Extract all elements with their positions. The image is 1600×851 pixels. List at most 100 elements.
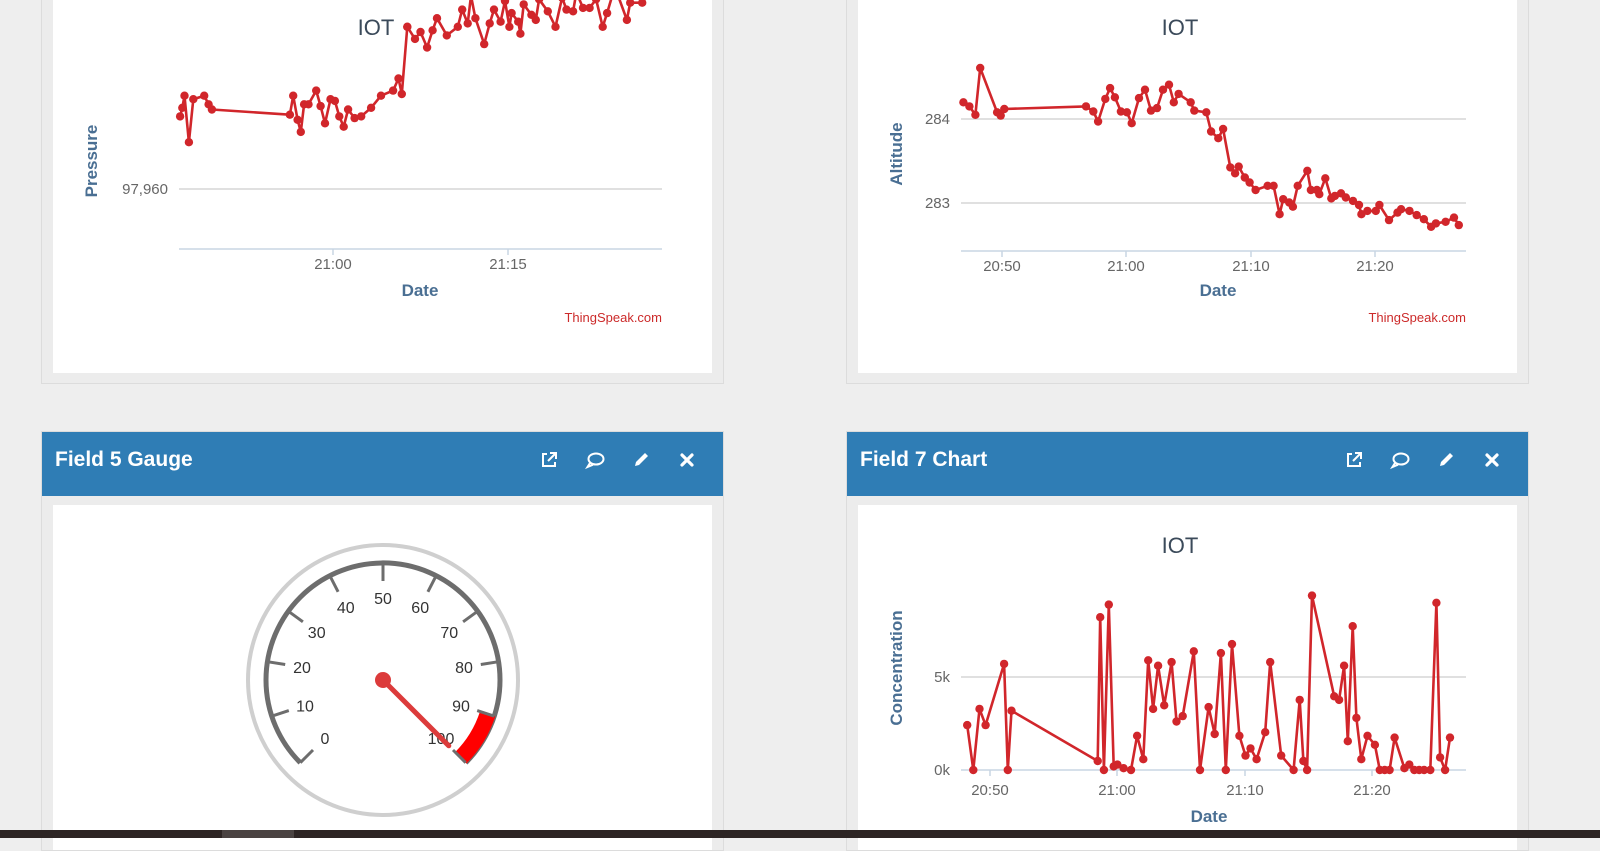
data-point[interactable]: [463, 19, 472, 28]
data-point[interactable]: [969, 765, 978, 775]
data-point[interactable]: [1363, 731, 1372, 740]
data-point[interactable]: [1396, 205, 1406, 214]
data-point[interactable]: [1440, 765, 1450, 775]
data-point[interactable]: [1126, 765, 1136, 775]
data-point[interactable]: [289, 91, 298, 100]
data-point[interactable]: [1186, 98, 1195, 107]
data-point[interactable]: [1302, 765, 1312, 775]
data-point[interactable]: [285, 110, 295, 119]
data-point[interactable]: [516, 29, 525, 38]
data-point[interactable]: [388, 86, 398, 95]
data-point[interactable]: [1357, 755, 1366, 764]
data-point[interactable]: [1352, 713, 1361, 723]
data-point[interactable]: [1334, 695, 1344, 705]
data-point[interactable]: [1299, 756, 1308, 766]
data-point[interactable]: [598, 22, 607, 31]
data-point[interactable]: [1385, 765, 1394, 775]
data-point[interactable]: [416, 27, 425, 37]
data-point[interactable]: [1202, 108, 1211, 117]
data-point[interactable]: [1341, 193, 1350, 202]
data-point[interactable]: [320, 119, 330, 128]
data-point[interactable]: [558, 0, 566, 2]
data-point[interactable]: [1148, 704, 1158, 714]
data-point[interactable]: [1101, 94, 1110, 104]
data-point[interactable]: [458, 5, 467, 14]
data-point[interactable]: [965, 102, 974, 111]
data-point[interactable]: [1370, 740, 1380, 749]
data-point[interactable]: [1206, 127, 1216, 136]
data-point[interactable]: [1454, 220, 1463, 230]
data-point[interactable]: [1132, 731, 1142, 740]
data-point[interactable]: [1093, 756, 1102, 766]
comment-icon[interactable]: [1386, 446, 1414, 474]
data-point[interactable]: [514, 17, 523, 26]
data-point[interactable]: [1315, 190, 1324, 199]
data-point[interactable]: [184, 138, 194, 147]
data-point[interactable]: [403, 22, 412, 31]
data-point[interactable]: [207, 105, 217, 114]
data-point[interactable]: [963, 720, 972, 730]
data-point[interactable]: [999, 659, 1009, 669]
data-point[interactable]: [1303, 166, 1312, 175]
data-point[interactable]: [1445, 733, 1455, 742]
data-point[interactable]: [304, 100, 313, 109]
data-point[interactable]: [971, 110, 980, 119]
data-point[interactable]: [1218, 124, 1228, 134]
data-point[interactable]: [622, 15, 632, 25]
data-point[interactable]: [1432, 598, 1441, 607]
data-point[interactable]: [312, 86, 321, 95]
data-point[interactable]: [1363, 206, 1372, 216]
data-point[interactable]: [1412, 210, 1421, 220]
data-point[interactable]: [602, 8, 612, 18]
data-point[interactable]: [976, 63, 985, 73]
data-point[interactable]: [1426, 765, 1435, 775]
data-point[interactable]: [1441, 217, 1450, 226]
data-point[interactable]: [1431, 219, 1441, 228]
data-point[interactable]: [200, 91, 209, 100]
data-point[interactable]: [1160, 701, 1169, 710]
data-point[interactable]: [1246, 744, 1255, 753]
data-point[interactable]: [543, 7, 552, 16]
data-point[interactable]: [394, 74, 403, 83]
data-point[interactable]: [422, 43, 432, 52]
data-point[interactable]: [178, 103, 187, 113]
data-point[interactable]: [1375, 200, 1384, 210]
data-point[interactable]: [1234, 162, 1243, 171]
data-point[interactable]: [1221, 765, 1230, 775]
data-point[interactable]: [1289, 765, 1298, 775]
thingspeak-credit-link[interactable]: ThingSpeak.com: [564, 310, 662, 325]
data-point[interactable]: [507, 8, 516, 18]
data-point[interactable]: [1210, 729, 1219, 739]
data-point[interactable]: [1099, 765, 1109, 775]
data-point[interactable]: [1122, 108, 1132, 117]
data-point[interactable]: [1266, 657, 1275, 667]
data-point[interactable]: [1293, 181, 1302, 190]
data-point[interactable]: [519, 0, 528, 9]
data-point[interactable]: [1119, 764, 1128, 773]
data-point[interactable]: [1174, 89, 1183, 99]
data-point[interactable]: [585, 3, 594, 13]
data-point[interactable]: [1152, 103, 1162, 113]
data-point[interactable]: [316, 101, 325, 111]
data-point[interactable]: [1251, 185, 1260, 195]
data-point[interactable]: [330, 96, 340, 106]
data-point[interactable]: [1295, 695, 1304, 705]
data-point[interactable]: [568, 7, 578, 16]
data-point[interactable]: [480, 39, 489, 49]
data-point[interactable]: [1384, 215, 1394, 225]
data-point[interactable]: [500, 0, 510, 6]
data-point[interactable]: [1269, 181, 1278, 190]
data-point[interactable]: [1144, 656, 1153, 665]
data-point[interactable]: [1140, 85, 1150, 94]
data-point[interactable]: [1307, 591, 1317, 600]
data-point[interactable]: [1081, 102, 1091, 111]
data-point[interactable]: [1321, 174, 1330, 183]
data-point[interactable]: [1235, 731, 1244, 740]
data-point[interactable]: [1348, 622, 1357, 631]
data-point[interactable]: [357, 112, 366, 121]
data-point[interactable]: [442, 31, 451, 40]
data-point[interactable]: [1096, 613, 1105, 622]
data-point[interactable]: [975, 704, 984, 714]
data-point[interactable]: [1104, 600, 1113, 609]
data-point[interactable]: [505, 22, 514, 31]
